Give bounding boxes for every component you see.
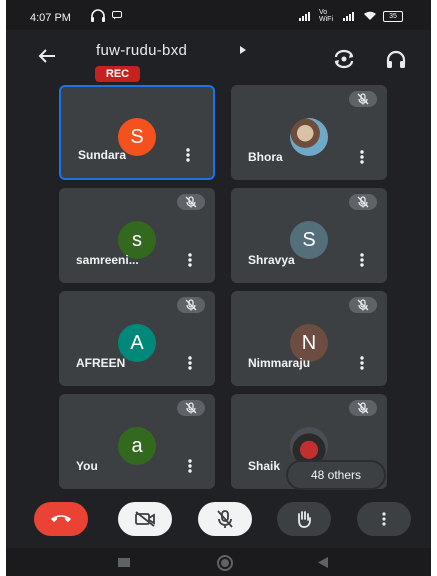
meeting-code[interactable]: fuw-rudu-bxd	[96, 42, 187, 59]
end-call-icon	[51, 515, 71, 522]
microphone-toggle-button[interactable]	[198, 502, 252, 536]
meet-screen: 4:07 PM Vo WiFi 35 fuw-rudu-bxd REC S Su…	[6, 0, 431, 576]
vowifi-label: Vo WiFi	[319, 9, 333, 23]
android-nav-bar	[6, 548, 431, 576]
switch-camera-icon[interactable]	[332, 49, 356, 69]
participant-tile[interactable]: a You	[59, 394, 215, 489]
signal-2-icon	[343, 11, 354, 21]
avatar: S	[290, 221, 328, 259]
mic-muted-icon	[177, 194, 205, 210]
tile-more-icon[interactable]	[187, 356, 193, 370]
participant-tile[interactable]: A AFREEN	[59, 291, 215, 386]
mic-off-icon	[217, 510, 233, 528]
more-vert-icon	[382, 512, 386, 526]
participant-name: samreeni...	[76, 253, 139, 267]
avatar-photo	[290, 118, 328, 156]
wifi-icon	[364, 11, 376, 20]
participant-name: Nimmaraju	[248, 356, 311, 370]
tile-more-icon[interactable]	[359, 253, 365, 267]
mic-muted-icon	[177, 297, 205, 313]
signal-icon	[299, 11, 310, 21]
tile-more-icon[interactable]	[187, 253, 193, 267]
recording-badge: REC	[95, 66, 140, 82]
end-call-button[interactable]	[34, 502, 88, 536]
status-icons: Vo WiFi 35	[299, 9, 403, 23]
participant-tile[interactable]: S Shravya	[231, 188, 387, 283]
more-options-button[interactable]	[357, 502, 411, 536]
participant-tile[interactable]: Bhora	[231, 85, 387, 180]
participant-name: You	[76, 459, 98, 473]
participant-name: Shaik	[248, 459, 281, 473]
participant-name: Sundara	[78, 148, 127, 162]
headphones-notification-icon	[91, 9, 105, 22]
participant-tile[interactable]: s samreeni...	[59, 188, 215, 283]
caret-right-icon[interactable]	[238, 45, 248, 55]
participant-name: AFREEN	[76, 356, 126, 370]
hand-icon	[298, 511, 311, 528]
call-controls	[6, 497, 431, 545]
participant-name: Bhora	[248, 150, 283, 164]
tile-more-icon[interactable]	[359, 150, 365, 164]
recents-icon[interactable]	[118, 558, 130, 567]
others-count-pill[interactable]: 48 others	[288, 462, 384, 488]
tile-more-icon[interactable]	[187, 459, 193, 473]
camera-toggle-button[interactable]	[118, 502, 172, 536]
mic-muted-icon	[349, 194, 377, 210]
avatar-photo	[290, 427, 328, 465]
home-icon[interactable]	[216, 554, 234, 572]
mic-muted-icon	[349, 91, 377, 107]
tile-more-icon[interactable]	[185, 148, 191, 162]
participant-tile[interactable]: S Sundara	[59, 85, 215, 180]
mic-muted-icon	[177, 400, 205, 416]
audio-output-icon[interactable]	[385, 49, 407, 71]
mic-muted-icon	[349, 297, 377, 313]
avatar: a	[118, 427, 156, 465]
mic-muted-icon	[349, 400, 377, 416]
tile-more-icon[interactable]	[359, 356, 365, 370]
status-bar: 4:07 PM Vo WiFi 35	[6, 0, 431, 30]
participant-name: Shravya	[248, 253, 295, 267]
chat-notification-icon	[112, 11, 122, 20]
participant-tile[interactable]: N Nimmaraju	[231, 291, 387, 386]
raise-hand-button[interactable]	[277, 502, 331, 536]
back-arrow-icon[interactable]	[36, 45, 58, 67]
meeting-header: fuw-rudu-bxd REC	[6, 30, 431, 88]
status-time: 4:07 PM	[30, 12, 71, 24]
back-nav-icon[interactable]	[318, 557, 328, 568]
battery-indicator: 35	[383, 10, 403, 22]
camera-off-icon	[135, 511, 155, 527]
